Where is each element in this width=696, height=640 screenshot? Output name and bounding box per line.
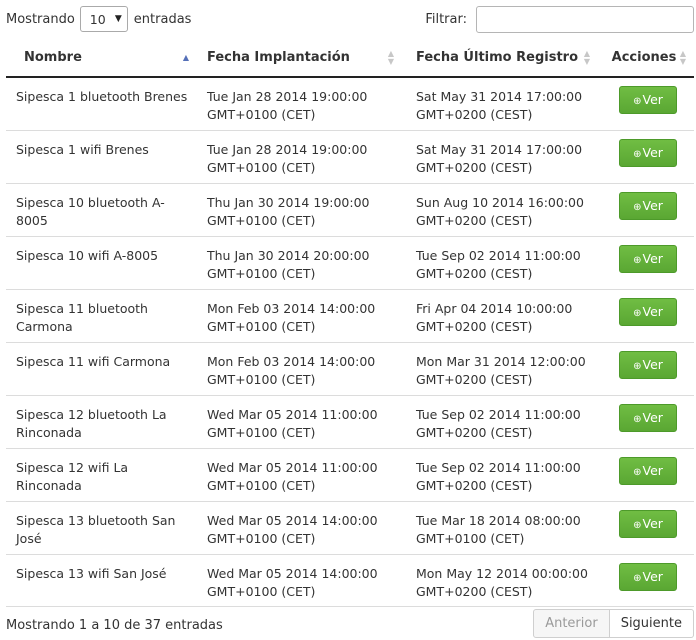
cell-nombre: Sipesca 11 bluetooth Carmona	[16, 300, 148, 334]
cell-fecha-registro: Mon Mar 31 2014 12:00:00 GMT+0200 (CEST)	[416, 353, 586, 387]
cell-nombre: Sipesca 12 bluetooth La Rinconada	[16, 406, 167, 440]
cell-nombre: Sipesca 11 wifi Carmona	[16, 353, 171, 369]
view-button[interactable]: ⊕Ver	[619, 403, 677, 432]
cell-fecha-registro: Tue Sep 02 2014 11:00:00 GMT+0200 (CEST)	[416, 406, 581, 440]
sort-both-icon: ▲ ▼	[583, 48, 590, 66]
page-length-select[interactable]: 10 ▼	[79, 6, 128, 32]
magnifier-plus-icon: ⊕	[633, 96, 642, 107]
sort-both-icon: ▲ ▼	[387, 48, 394, 66]
page-length-value: 10	[89, 11, 106, 27]
cell-fecha-implantacion: Wed Mar 05 2014 11:00:00 GMT+0100 (CET)	[207, 459, 378, 493]
cell-nombre: Sipesca 12 wifi La Rinconada	[16, 459, 129, 493]
column-header-acciones[interactable]: Acciones ▲ ▼	[598, 39, 694, 78]
length-suffix-label: entradas	[133, 11, 192, 27]
table-controls: Mostrando 10 ▼ entradas Filtrar:	[6, 5, 694, 33]
cell-fecha-registro: Tue Sep 02 2014 11:00:00 GMT+0200 (CEST)	[416, 247, 581, 281]
view-button[interactable]: ⊕Ver	[619, 509, 677, 538]
magnifier-plus-icon: ⊕	[633, 148, 642, 160]
table-row: Sipesca 10 wifi A-8005 Thu Jan 30 2014 2…	[6, 236, 694, 289]
cell-fecha-implantacion: Thu Jan 30 2014 20:00:00 GMT+0100 (CET)	[207, 247, 370, 281]
column-header-fecha-implantacion[interactable]: Fecha Implantación ▲ ▼	[197, 39, 402, 78]
column-header-nombre[interactable]: Nombre ▲	[6, 39, 197, 78]
magnifier-plus-icon: ⊕	[633, 519, 642, 531]
cell-nombre: Sipesca 10 bluetooth A-8005	[16, 194, 165, 228]
table-row: Sipesca 12 wifi La Rinconada Wed Mar 05 …	[6, 448, 694, 501]
magnifier-plus-icon: ⊕	[633, 307, 642, 319]
cell-fecha-implantacion: Wed Mar 05 2014 11:00:00 GMT+0100 (CET)	[207, 406, 378, 440]
cell-fecha-registro: Tue Sep 02 2014 11:00:00 GMT+0200 (CEST)	[416, 459, 581, 493]
filter-control: Filtrar:	[425, 5, 694, 33]
view-button[interactable]: ⊕Ver	[619, 297, 677, 326]
cell-fecha-implantacion: Tue Jan 28 2014 19:00:00 GMT+0100 (CET)	[207, 89, 368, 122]
cell-fecha-implantacion: Wed Mar 05 2014 14:00:00 GMT+0100 (CET)	[207, 565, 378, 599]
magnifier-plus-icon: ⊕	[633, 572, 642, 584]
view-button[interactable]: ⊕Ver	[619, 86, 677, 114]
cell-nombre: Sipesca 13 wifi San José	[16, 565, 167, 581]
chevron-down-icon: ▼	[114, 14, 122, 24]
data-table: Nombre ▲ Fecha Implantación ▲ ▼ Fecha Últ…	[6, 39, 694, 607]
table-row: Sipesca 13 wifi San José Wed Mar 05 2014…	[6, 554, 694, 606]
table-row: Sipesca 11 bluetooth Carmona Mon Feb 03 …	[6, 289, 694, 342]
view-button[interactable]: ⊕Ver	[619, 350, 677, 379]
sort-both-icon: ▲ ▼	[679, 48, 686, 66]
magnifier-plus-icon: ⊕	[633, 360, 642, 372]
magnifier-plus-icon: ⊕	[633, 254, 642, 266]
cell-fecha-implantacion: Mon Feb 03 2014 14:00:00 GMT+0100 (CET)	[207, 300, 376, 334]
cell-nombre: Sipesca 1 bluetooth Brenes	[16, 89, 188, 104]
column-header-fecha-ultimo-registro[interactable]: Fecha Último Registro ▲ ▼	[402, 39, 598, 78]
table-row: Sipesca 12 bluetooth La Rinconada Wed Ma…	[6, 395, 694, 448]
cell-fecha-implantacion: Wed Mar 05 2014 14:00:00 GMT+0100 (CET)	[207, 512, 378, 546]
magnifier-plus-icon: ⊕	[633, 201, 642, 213]
pagination: Anterior Siguiente	[533, 609, 694, 638]
view-button[interactable]: ⊕Ver	[619, 138, 677, 167]
cell-fecha-registro: Tue Mar 18 2014 08:00:00 GMT+0100 (CET)	[416, 512, 581, 546]
view-button[interactable]: ⊕Ver	[619, 244, 677, 273]
view-button[interactable]: ⊕Ver	[619, 191, 677, 220]
magnifier-plus-icon: ⊕	[633, 466, 642, 478]
length-prefix-label: Mostrando	[6, 11, 75, 27]
table-row: Sipesca 11 wifi Carmona Mon Feb 03 2014 …	[6, 342, 694, 395]
cell-nombre: Sipesca 13 bluetooth San José	[16, 512, 176, 546]
table-header-row: Nombre ▲ Fecha Implantación ▲ ▼ Fecha Últ…	[6, 39, 694, 78]
filter-label: Filtrar:	[425, 11, 467, 27]
cell-fecha-implantacion: Mon Feb 03 2014 14:00:00 GMT+0100 (CET)	[207, 353, 376, 387]
magnifier-plus-icon: ⊕	[633, 413, 642, 425]
table-row: Sipesca 13 bluetooth San José Wed Mar 05…	[6, 501, 694, 554]
table-info: Mostrando 1 a 10 de 37 entradas	[6, 618, 223, 633]
view-button[interactable]: ⊕Ver	[619, 562, 677, 591]
cell-fecha-registro: Fri Apr 04 2014 10:00:00 GMT+0200 (CEST)	[416, 300, 573, 334]
cell-fecha-registro: Sun Aug 10 2014 16:00:00 GMT+0200 (CEST)	[416, 194, 584, 228]
page-length-control: Mostrando 10 ▼ entradas	[6, 5, 191, 33]
previous-page-button[interactable]: Anterior	[533, 609, 610, 638]
filter-input[interactable]	[476, 5, 694, 33]
cell-nombre: Sipesca 10 wifi A-8005	[16, 247, 159, 263]
cell-fecha-registro: Sat May 31 2014 17:00:00 GMT+0200 (CEST)	[416, 141, 583, 175]
cell-fecha-implantacion: Thu Jan 30 2014 19:00:00 GMT+0100 (CET)	[207, 194, 370, 228]
next-page-button[interactable]: Siguiente	[609, 609, 694, 638]
table-row: Sipesca 10 bluetooth A-8005 Thu Jan 30 2…	[6, 183, 694, 236]
view-button[interactable]: ⊕Ver	[619, 456, 677, 485]
cell-fecha-registro: Sat May 31 2014 17:00:00 GMT+0200 (CEST)	[416, 89, 583, 122]
table-row: Sipesca 1 bluetooth Brenes Tue Jan 28 20…	[6, 77, 694, 130]
cell-fecha-registro: Mon May 12 2014 00:00:00 GMT+0200 (CEST)	[416, 565, 588, 599]
cell-nombre: Sipesca 1 wifi Brenes	[16, 141, 149, 157]
table-row: Sipesca 1 wifi Brenes Tue Jan 28 2014 19…	[6, 130, 694, 183]
sort-up-icon: ▲	[182, 52, 189, 62]
cell-fecha-implantacion: Tue Jan 28 2014 19:00:00 GMT+0100 (CET)	[207, 141, 368, 175]
